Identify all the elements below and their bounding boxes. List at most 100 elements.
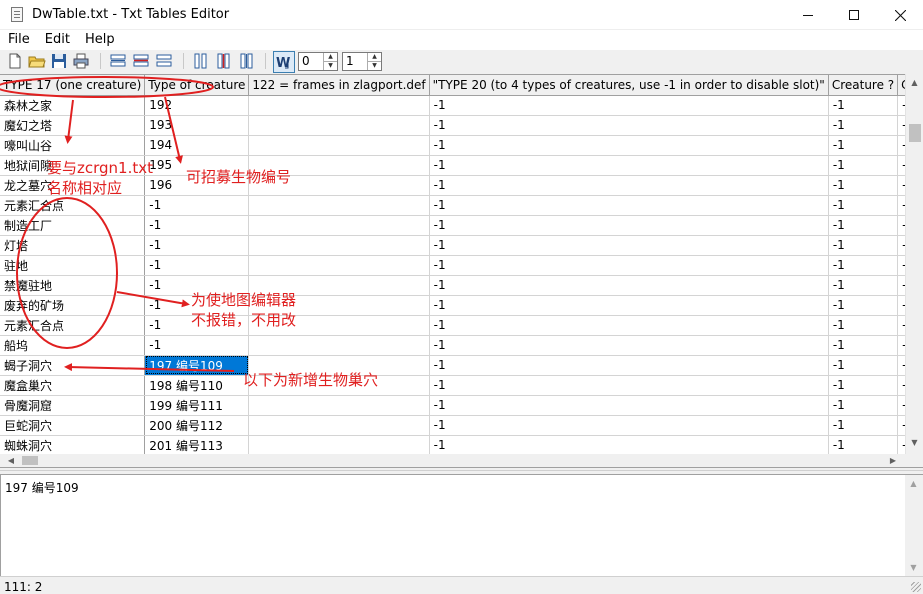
scroll-down-icon[interactable]: ▼ (905, 559, 922, 576)
table-cell[interactable] (248, 335, 430, 356)
table-cell[interactable]: -1 (429, 135, 829, 156)
table-cell[interactable]: 元素汇合点 (0, 315, 146, 336)
table-cell[interactable]: 骨魔洞窟 (0, 395, 146, 416)
table-cell[interactable]: -1 (828, 255, 899, 276)
table-cell[interactable]: -1 (828, 355, 899, 376)
table-cell[interactable]: -1 (144, 255, 250, 276)
table-cell[interactable]: 194 (144, 135, 250, 156)
table-cell[interactable]: -1 (144, 195, 250, 216)
table-cell[interactable]: -1 (828, 155, 899, 176)
table-cell[interactable]: -1 (828, 135, 899, 156)
table-cell[interactable]: -1 (897, 235, 905, 256)
row-spin-arrows[interactable]: ▲ ▼ (367, 53, 381, 70)
column-header[interactable]: Creature ? (897, 75, 905, 96)
table-cell[interactable]: -1 (429, 235, 829, 256)
table-cell[interactable]: -1 (429, 215, 829, 236)
table-cell[interactable]: 嚎叫山谷 (0, 135, 146, 156)
table-cell[interactable]: -1 (144, 335, 250, 356)
table-cell[interactable]: -1 (828, 195, 899, 216)
grid-horizontal-scrollbar[interactable]: ◀ ▶ (0, 454, 905, 467)
column-header[interactable]: "TYPE 20 (to 4 types of creatures, use -… (429, 75, 829, 96)
spin-down-icon[interactable]: ▼ (368, 61, 381, 70)
close-button[interactable] (877, 0, 923, 30)
table-cell[interactable]: -1 (429, 315, 829, 336)
table-cell[interactable]: 200 编号112 (144, 415, 250, 436)
row-spin-input[interactable]: 1 ▲ ▼ (342, 52, 382, 71)
table-cell[interactable]: -1 (429, 115, 829, 136)
append-row-button[interactable] (155, 52, 173, 70)
append-column-button[interactable] (238, 52, 256, 70)
table-cell[interactable] (248, 95, 430, 116)
table-cell[interactable]: 193 (144, 115, 250, 136)
table-cell[interactable] (248, 255, 430, 276)
table-cell[interactable]: -1 (828, 295, 899, 316)
table-cell[interactable]: -1 (144, 215, 250, 236)
table-cell[interactable]: -1 (828, 395, 899, 416)
table-cell[interactable]: 森林之家 (0, 95, 146, 116)
table-cell[interactable] (248, 135, 430, 156)
table-cell[interactable]: -1 (897, 95, 905, 116)
table-cell[interactable]: 蝎子洞穴 (0, 355, 146, 376)
print-button[interactable] (72, 52, 90, 70)
table-cell[interactable] (248, 195, 430, 216)
table-cell[interactable]: -1 (828, 115, 899, 136)
table-cell[interactable]: 198 编号110 (144, 375, 250, 396)
table-cell[interactable]: -1 (897, 415, 905, 436)
table-cell[interactable]: 废弃的矿场 (0, 295, 146, 316)
table-cell[interactable]: -1 (828, 415, 899, 436)
table-cell[interactable]: -1 (828, 215, 899, 236)
column-spin-value[interactable]: 0 (299, 53, 323, 70)
table-cell[interactable]: 禁魔驻地 (0, 275, 146, 296)
scroll-right-icon[interactable]: ▶ (885, 454, 901, 467)
table-cell[interactable]: -1 (897, 255, 905, 276)
table-cell[interactable]: 201 编号113 (144, 435, 250, 454)
delete-column-button[interactable] (215, 52, 233, 70)
table-cell[interactable] (248, 235, 430, 256)
scroll-up-icon[interactable]: ▲ (905, 475, 922, 492)
scroll-left-icon[interactable]: ◀ (3, 454, 19, 467)
table-cell[interactable]: -1 (828, 375, 899, 396)
new-file-button[interactable] (6, 52, 24, 70)
table-cell[interactable]: -1 (897, 355, 905, 376)
spin-up-icon[interactable]: ▲ (368, 53, 381, 61)
table-cell[interactable]: -1 (429, 415, 829, 436)
table-cell[interactable] (248, 415, 430, 436)
table-cell[interactable]: -1 (429, 295, 829, 316)
table-cell[interactable]: 魔盒巢穴 (0, 375, 146, 396)
spin-up-icon[interactable]: ▲ (324, 53, 337, 61)
table-cell[interactable] (248, 215, 430, 236)
table-cell[interactable] (248, 435, 430, 454)
table-cell[interactable]: -1 (429, 435, 829, 454)
spin-down-icon[interactable]: ▼ (324, 61, 337, 70)
table-cell[interactable]: -1 (429, 175, 829, 196)
table-cell[interactable]: -1 (144, 235, 250, 256)
table-cell[interactable]: -1 (897, 315, 905, 336)
row-spin-value[interactable]: 1 (343, 53, 367, 70)
word-wrap-toggle[interactable]: W (273, 51, 295, 73)
table-cell[interactable]: -1 (897, 295, 905, 316)
scroll-down-icon[interactable]: ▼ (906, 434, 923, 451)
table-cell[interactable]: -1 (429, 275, 829, 296)
table-cell[interactable]: 灯塔 (0, 235, 146, 256)
table-cell[interactable]: -1 (429, 155, 829, 176)
table-cell[interactable]: -1 (429, 255, 829, 276)
table-cell[interactable]: -1 (897, 115, 905, 136)
table-cell[interactable] (248, 115, 430, 136)
column-spin-arrows[interactable]: ▲ ▼ (323, 53, 337, 70)
column-header[interactable]: Creature ? (828, 75, 899, 96)
table-cell[interactable]: -1 (897, 375, 905, 396)
cell-editor[interactable]: 197 编号109 (0, 475, 905, 576)
menu-file[interactable]: File (0, 30, 37, 50)
table-cell[interactable]: -1 (429, 95, 829, 116)
pane-splitter[interactable] (0, 467, 923, 475)
table-cell[interactable]: -1 (897, 435, 905, 454)
column-header[interactable]: 122 = frames in zlagport.def (248, 75, 430, 96)
table-cell[interactable]: 元素汇合点 (0, 195, 146, 216)
table-cell[interactable]: -1 (828, 315, 899, 336)
column-header[interactable]: Type of creature (144, 75, 250, 96)
minimize-button[interactable] (785, 0, 831, 30)
column-header[interactable]: TYPE 17 (one creature) (0, 75, 146, 96)
table-cell[interactable]: 驻地 (0, 255, 146, 276)
insert-column-button[interactable] (192, 52, 210, 70)
menu-edit[interactable]: Edit (37, 30, 77, 50)
